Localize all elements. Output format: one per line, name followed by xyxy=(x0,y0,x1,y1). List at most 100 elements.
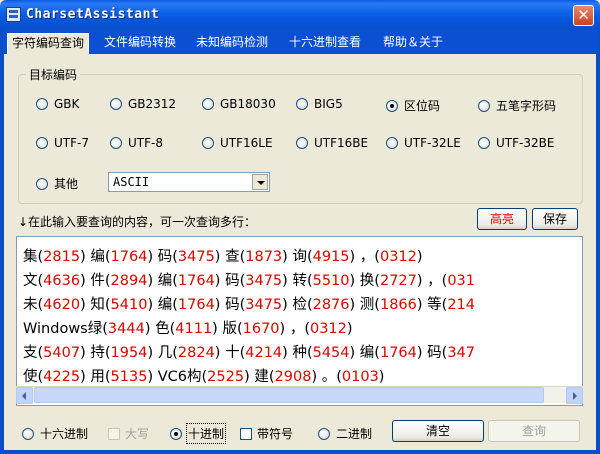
output-code: 1764 xyxy=(177,273,215,289)
close-button[interactable]: ✕ xyxy=(573,5,594,26)
paren-close: ) xyxy=(282,249,293,265)
radio-utf32le[interactable]: UTF-32LE xyxy=(386,136,461,150)
output-code: 347 xyxy=(447,345,476,361)
paren-close: ) xyxy=(214,297,226,313)
output-line: 集(2815) 编(1764) 码(3475) 查(1873) 询(4915) … xyxy=(23,245,475,269)
checkbox-uppercase[interactable]: 大写 xyxy=(108,425,149,442)
output-char: 用 xyxy=(90,369,105,385)
output-code: 0103 xyxy=(341,369,379,385)
radio-circle xyxy=(22,427,34,440)
output-code: 2824 xyxy=(177,345,215,361)
output-code: 4636 xyxy=(43,273,81,289)
query-button[interactable]: 查询 xyxy=(488,420,580,442)
output-char: 码 xyxy=(427,345,442,361)
radio-quweima[interactable]: 区位码 xyxy=(386,97,440,114)
paren-close: ) xyxy=(80,273,91,289)
radio-label: UTF16LE xyxy=(220,136,273,150)
paren-close: ) xyxy=(244,369,255,385)
tab-file-convert[interactable]: 文件编码转换 xyxy=(100,33,180,52)
output-char: 编 xyxy=(157,273,173,289)
scroll-right-icon[interactable] xyxy=(566,387,583,404)
scroll-thumb[interactable] xyxy=(34,387,544,403)
radio-gb18030[interactable]: GB18030 xyxy=(202,97,276,111)
paren-close: ) xyxy=(349,297,360,313)
radio-label: 二进制 xyxy=(336,427,373,441)
tab-help-about[interactable]: 帮助＆关于 xyxy=(379,33,447,52)
paren-close: ) xyxy=(378,369,385,385)
output-code: 3475 xyxy=(177,249,215,265)
chevron-down-icon[interactable] xyxy=(252,174,268,190)
radio-label: GB2312 xyxy=(128,97,177,111)
paren-close: ) xyxy=(282,345,293,361)
radio-big5[interactable]: BIG5 xyxy=(296,97,343,111)
output-lines: 集(2815) 编(1764) 码(3475) 查(1873) 询(4915) … xyxy=(23,245,475,389)
output-char: VC6构 xyxy=(157,369,202,385)
window-title: CharsetAssistant xyxy=(26,7,160,22)
output-char: 使 xyxy=(23,369,38,385)
paren-close: ) xyxy=(212,321,223,337)
query-textarea[interactable]: 集(2815) 编(1764) 码(3475) 查(1873) 询(4915) … xyxy=(16,236,583,406)
radio-label: 区位码 xyxy=(404,99,441,113)
radio-decimal[interactable]: 十进制 xyxy=(170,423,227,444)
radio-utf7[interactable]: UTF-7 xyxy=(36,136,89,150)
paren-close: ) xyxy=(282,273,293,289)
radio-label: BIG5 xyxy=(314,97,343,111)
highlight-button[interactable]: 高亮 xyxy=(477,208,527,230)
output-line: 未(4620) 知(5410) 编(1764) 码(3475) 检(2876) … xyxy=(23,293,475,317)
radio-hex[interactable]: 十六进制 xyxy=(22,425,88,442)
output-char: ， xyxy=(427,273,442,289)
paren-close: ) xyxy=(147,369,158,385)
output-code: 1873 xyxy=(245,249,283,265)
output-code: 5135 xyxy=(110,369,148,385)
radio-gb2312[interactable]: GB2312 xyxy=(110,97,176,111)
radio-binary[interactable]: 二进制 xyxy=(318,425,372,442)
radio-label: GB18030 xyxy=(220,97,276,111)
radio-circle xyxy=(478,99,490,112)
output-char: 换 xyxy=(359,273,375,289)
tab-bar: 字符编码查询 文件编码转换 未知编码检测 十六进制查看 帮助＆关于 xyxy=(0,30,600,54)
radio-label: 十进制 xyxy=(185,423,227,444)
output-char: ， xyxy=(359,249,375,265)
tab-hex-view[interactable]: 十六进制查看 xyxy=(285,33,365,52)
radio-utf8[interactable]: UTF-8 xyxy=(110,136,163,150)
clear-button[interactable]: 清空 xyxy=(392,420,484,442)
output-char: ， xyxy=(289,321,305,337)
paren-close: ) xyxy=(349,345,360,361)
radio-utf32be[interactable]: UTF-32BE xyxy=(478,136,554,150)
output-code: 214 xyxy=(447,297,476,313)
output-code: 1764 xyxy=(110,249,148,265)
tab-charset-query[interactable]: 字符编码查询 xyxy=(7,33,90,54)
paren-close: ) xyxy=(80,297,91,313)
checkbox-signed[interactable]: 带符号 xyxy=(240,425,293,442)
save-button[interactable]: 保存 xyxy=(532,208,578,230)
scroll-left-icon[interactable] xyxy=(16,387,33,404)
radio-label: UTF-8 xyxy=(128,136,163,150)
paren-close: ) xyxy=(214,345,226,361)
paren-close: ) xyxy=(279,321,290,337)
output-char: 询 xyxy=(292,249,307,265)
other-encoding-select[interactable]: ASCII xyxy=(108,172,270,192)
radio-circle xyxy=(36,177,48,190)
tab-unknown-detect[interactable]: 未知编码检测 xyxy=(192,33,272,52)
radio-utf16be[interactable]: UTF16BE xyxy=(296,136,368,150)
output-code: 4620 xyxy=(43,297,81,313)
paren-close: ) xyxy=(214,249,226,265)
paren-close: ) xyxy=(349,273,360,289)
paren-close: ) xyxy=(147,273,158,289)
output-code: 2876 xyxy=(312,297,350,313)
output-char: 编 xyxy=(157,297,173,313)
select-value: ASCII xyxy=(113,175,150,189)
radio-wubi[interactable]: 五笔字形码 xyxy=(478,97,556,114)
output-char: 种 xyxy=(292,345,307,361)
radio-circle xyxy=(478,137,490,149)
paren-close: ) xyxy=(349,249,360,265)
output-code: 5510 xyxy=(312,273,350,289)
title-bar: CharsetAssistant ✕ xyxy=(0,0,600,30)
horizontal-scrollbar[interactable] xyxy=(16,386,583,404)
radio-other[interactable]: 其他 xyxy=(36,175,78,192)
radio-label: UTF-7 xyxy=(54,136,89,150)
radio-utf16le[interactable]: UTF16LE xyxy=(202,136,273,150)
checkbox-label: 大写 xyxy=(125,427,150,441)
radio-gbk[interactable]: GBK xyxy=(36,97,79,111)
output-code: 5407 xyxy=(43,345,81,361)
